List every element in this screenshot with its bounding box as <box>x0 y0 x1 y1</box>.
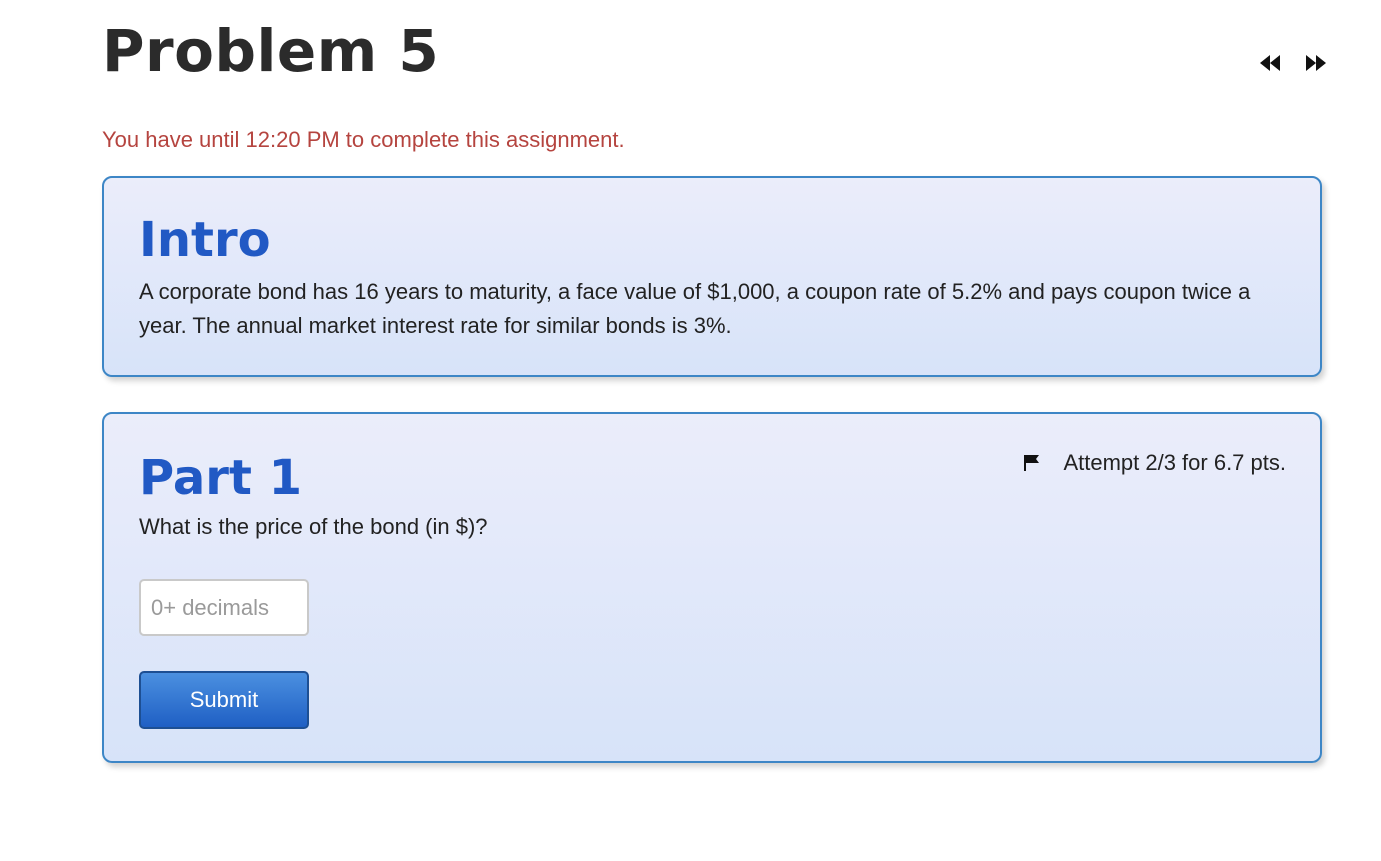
answer-input[interactable] <box>139 579 309 636</box>
attempt-info: Attempt 2/3 for 6.7 pts. <box>1023 450 1286 476</box>
intro-text: A corporate bond has 16 years to maturit… <box>139 279 1251 338</box>
intro-card: Intro A corporate bond has 16 years to m… <box>102 176 1322 377</box>
part-1-card: Part 1 Attempt 2/3 for 6.7 pts. What is … <box>102 412 1322 763</box>
part-1-heading: Part 1 <box>139 450 303 506</box>
page-title: Problem 5 <box>102 17 440 85</box>
problem-navigation <box>1258 50 1328 76</box>
problem-page: Problem 5 You have until 12:20 PM to com… <box>0 0 1381 861</box>
deadline-notice: You have until 12:20 PM to complete this… <box>102 127 625 152</box>
intro-heading: Intro <box>139 212 271 268</box>
fast-forward-icon <box>1306 55 1326 71</box>
rewind-icon <box>1260 55 1280 71</box>
question-text: What is the price of the bond (in $)? <box>139 514 488 539</box>
flag-icon[interactable] <box>1023 454 1041 472</box>
submit-button[interactable]: Submit <box>139 671 309 729</box>
previous-problem-button[interactable] <box>1258 50 1282 76</box>
attempt-text: Attempt 2/3 for 6.7 pts. <box>1063 450 1286 475</box>
next-problem-button[interactable] <box>1304 50 1328 76</box>
